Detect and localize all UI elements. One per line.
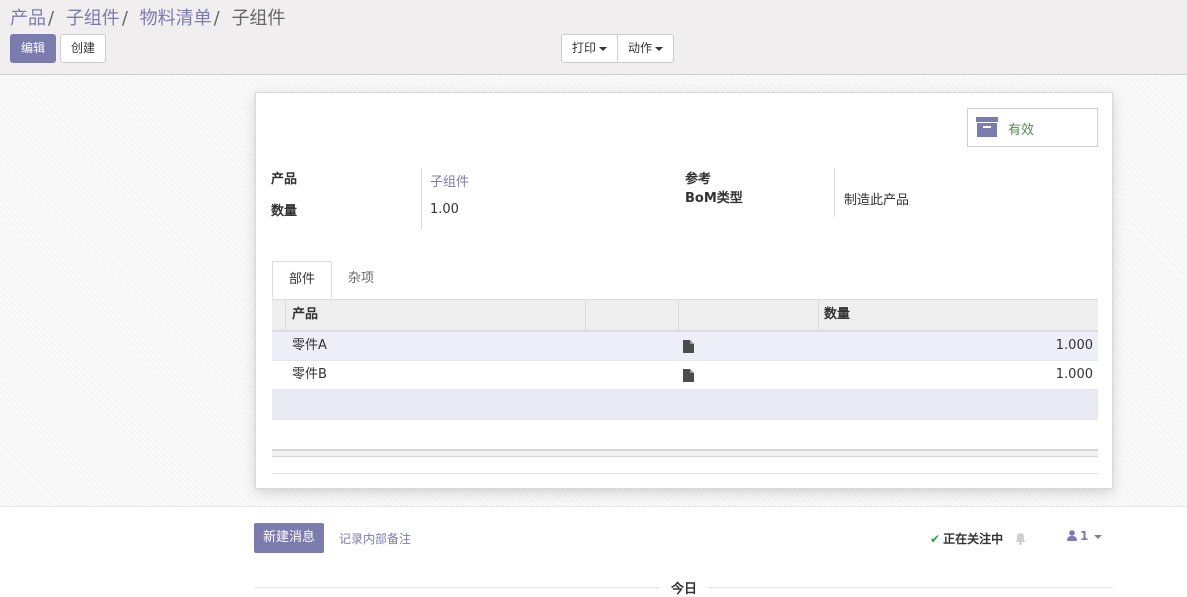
header-divider — [818, 300, 819, 330]
tab-miscellaneous[interactable]: 杂项 — [332, 261, 390, 299]
table-header: 产品 数量 — [272, 300, 1098, 332]
column-header-product[interactable]: 产品 — [292, 300, 318, 330]
document-icon[interactable] — [683, 369, 694, 382]
product-value-link[interactable]: 子组件 — [430, 171, 469, 190]
product-label: 产品 — [271, 172, 298, 187]
header-divider — [585, 300, 586, 330]
add-line-row[interactable] — [272, 390, 1098, 420]
breadcrumb-separator: / — [121, 8, 128, 29]
action-dropdown-button[interactable]: 动作 — [617, 35, 673, 62]
row-quantity: 1.000 — [1055, 367, 1093, 382]
breadcrumb-item-bom[interactable]: 物料清单 — [140, 8, 212, 29]
active-toggle-button[interactable]: 有效 — [967, 108, 1098, 147]
row-quantity: 1.000 — [1055, 338, 1093, 353]
today-label: 今日 — [671, 582, 698, 597]
followers-count: 1 — [1080, 529, 1089, 543]
bell-icon[interactable] — [1015, 533, 1026, 545]
print-dropdown-button[interactable]: 打印 — [562, 35, 617, 62]
archive-icon — [976, 117, 998, 137]
caret-down-icon — [655, 46, 664, 51]
print-label: 打印 — [572, 41, 597, 55]
form-sheet: 有效 产品 数量 子组件 1.00 参考 BoM类型 制造此产品 部件 杂项 产… — [255, 92, 1113, 489]
field-divider — [421, 168, 422, 230]
log-note-button[interactable]: 记录内部备注 — [339, 530, 411, 547]
date-divider-line — [254, 587, 659, 588]
reference-label: 参考 — [685, 172, 712, 187]
header-divider — [285, 300, 286, 330]
breadcrumb-item-subcomponent[interactable]: 子组件 — [66, 8, 120, 29]
following-label: 正在关注中 — [943, 532, 1004, 546]
header-divider — [678, 300, 679, 330]
breadcrumb-item-products[interactable]: 产品 — [10, 8, 46, 29]
bom-type-label: BoM类型 — [685, 191, 743, 206]
chatter — [0, 507, 1187, 593]
bom-type-value: 制造此产品 — [844, 193, 910, 208]
caret-down-icon — [599, 46, 608, 51]
table-footer — [272, 449, 1098, 457]
table-row[interactable]: 零件A 1.000 — [272, 332, 1098, 361]
followers-dropdown[interactable]: 1 — [1067, 529, 1103, 543]
create-button[interactable]: 创建 — [60, 34, 106, 63]
action-label: 动作 — [628, 41, 653, 55]
date-divider-line — [708, 587, 1113, 588]
breadcrumb-current: 子组件 — [231, 8, 286, 29]
column-header-quantity[interactable]: 数量 — [824, 300, 850, 330]
user-icon — [1067, 530, 1077, 541]
tab-components[interactable]: 部件 — [272, 261, 333, 299]
row-product: 零件A — [292, 338, 327, 353]
status-label: 有效 — [1008, 123, 1035, 138]
breadcrumb: 产品 / 子组件 / 物料清单 / 子组件 — [10, 4, 285, 30]
field-divider — [834, 168, 835, 217]
edit-button[interactable]: 编辑 — [10, 34, 56, 63]
quantity-value: 1.00 — [430, 202, 459, 217]
breadcrumb-separator: / — [213, 8, 220, 29]
row-product: 零件B — [292, 367, 327, 382]
caret-down-icon — [1094, 534, 1103, 539]
document-icon[interactable] — [683, 340, 694, 353]
following-button[interactable]: ✔ 正在关注中 — [930, 530, 1026, 547]
breadcrumb-separator: / — [48, 8, 55, 29]
table-divider — [272, 473, 1098, 474]
sidebar-button-group: 打印 动作 — [561, 34, 675, 63]
check-icon: ✔ — [930, 532, 941, 546]
table-row[interactable]: 零件B 1.000 — [272, 361, 1098, 390]
quantity-label: 数量 — [271, 204, 298, 219]
control-panel: 产品 / 子组件 / 物料清单 / 子组件 编辑 创建 打印 动作 — [0, 0, 1187, 75]
components-table: 产品 数量 零件A 1.000 零件B 1.000 — [272, 300, 1098, 474]
new-message-button[interactable]: 新建消息 — [254, 523, 324, 553]
